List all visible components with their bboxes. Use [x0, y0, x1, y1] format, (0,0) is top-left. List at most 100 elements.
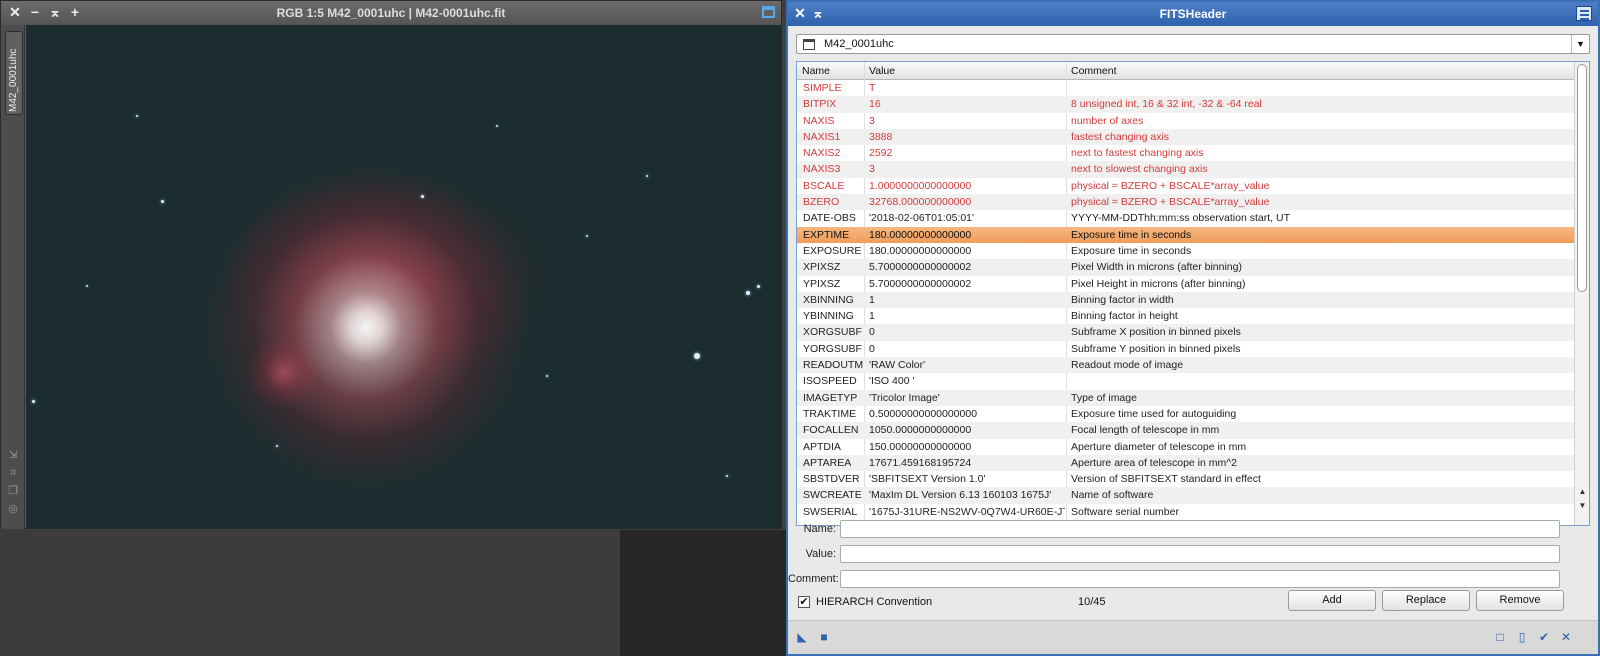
browse-documentation-icon[interactable]: □: [1494, 631, 1506, 643]
hierarch-checkbox[interactable]: ✔: [798, 596, 810, 608]
hierarch-label: HIERARCH Convention: [816, 596, 933, 608]
window-menu-icon[interactable]: [1576, 6, 1592, 21]
apply-check-icon[interactable]: ✔: [1538, 631, 1550, 643]
table-row[interactable]: BZERO 32768.000000000000 physical = BZERO …: [797, 194, 1575, 211]
table-row[interactable]: READOUTM 'RAW Color' Readout mode of image: [797, 357, 1575, 374]
cell-value: 0.50000000000000000: [869, 407, 978, 420]
cell-name: APTDIA: [803, 440, 841, 453]
cell-name: YORGSUBF: [803, 342, 862, 355]
table-row[interactable]: NAXIS 3 number of axes: [797, 113, 1575, 129]
cell-comment: Exposure time used for autoguiding: [1071, 407, 1237, 420]
table-row[interactable]: SWCREATE 'MaxIm DL Version 6.13 160103 16…: [797, 487, 1575, 504]
cell-value: 17671.459168195724: [869, 456, 972, 469]
table-row[interactable]: APTDIA 150.00000000000000 Aperture diamete…: [797, 439, 1575, 455]
name-label: Name:: [803, 523, 836, 535]
scrollbar-thumb[interactable]: [1577, 64, 1587, 292]
document-icon[interactable]: ▯: [1516, 631, 1528, 643]
add-button[interactable]: Add: [1288, 590, 1376, 611]
star: [161, 200, 164, 203]
control-bar: ◣ ■ □ ▯ ✔ ✕: [788, 620, 1598, 654]
value-field[interactable]: [840, 545, 1560, 563]
table-row[interactable]: XBINNING 1 Binning factor in width: [797, 291, 1575, 309]
table-row[interactable]: XORGSUBF 0 Subframe X position in binned p…: [797, 324, 1575, 341]
workspace-background: [0, 530, 620, 656]
table-row[interactable]: APTAREA 17671.459168195724 Aperture area o…: [797, 454, 1575, 472]
table-row[interactable]: YORGSUBF 0 Subframe Y position in binned p…: [797, 341, 1575, 357]
cell-name: TRAKTIME: [803, 407, 857, 420]
cell-comment: Pixel Width in microns (after binning): [1071, 261, 1242, 274]
reset-icon[interactable]: ✕: [1560, 631, 1572, 643]
table-row[interactable]: SWSERIAL '1675J-31URE-NS2WV-0Q7W4-UR60E-J…: [797, 504, 1575, 520]
table-row[interactable]: BITPIX 16 8 unsigned int, 16 & 32 int, -32…: [797, 96, 1575, 113]
replace-button[interactable]: Replace: [1382, 590, 1470, 611]
column-header-comment[interactable]: Comment: [1071, 65, 1117, 77]
cell-value: 0: [869, 342, 875, 355]
cell-name: SIMPLE: [803, 82, 842, 94]
image-icon: [803, 39, 815, 50]
cell-comment: Subframe X position in binned pixels: [1071, 326, 1241, 339]
keyword-table[interactable]: Name Value Comment SIMPLE T BITPIX 16 8 unsi…: [796, 61, 1590, 526]
cell-value: 'ISO 400 ': [869, 375, 915, 388]
cell-comment: Readout mode of image: [1071, 359, 1184, 372]
star: [421, 195, 424, 198]
table-row[interactable]: TRAKTIME 0.50000000000000000 Exposure time…: [797, 406, 1575, 422]
column-header-name[interactable]: Name: [802, 65, 830, 77]
table-row[interactable]: XPIXSZ 5.7000000000000002 Pixel Width in m…: [797, 259, 1575, 276]
image-canvas[interactable]: [26, 25, 782, 529]
table-row[interactable]: EXPTIME 180.00000000000000 Exposure time i…: [797, 226, 1575, 243]
cell-name: YBINNING: [803, 310, 854, 323]
maximize-icon[interactable]: [762, 6, 775, 18]
image-window-titlebar[interactable]: ✕ − ⌅ + RGB 1:5 M42_0001uhc | M42-0001uh…: [1, 1, 781, 25]
cell-name: NAXIS: [803, 114, 835, 127]
cell-name: XORGSUBF: [803, 326, 862, 339]
table-row[interactable]: ISOSPEED 'ISO 400 ': [797, 373, 1575, 389]
table-row[interactable]: NAXIS2 2592 next to fastest changing axis: [797, 145, 1575, 161]
column-header-value[interactable]: Value: [869, 65, 895, 77]
cell-value: 150.00000000000000: [869, 440, 972, 453]
cell-comment: 8 unsigned int, 16 & 32 int, -32 & -64 r…: [1071, 98, 1262, 111]
table-row[interactable]: NAXIS3 3 next to slowest changing axis: [797, 161, 1575, 178]
image-window: ✕ − ⌅ + RGB 1:5 M42_0001uhc | M42-0001uh…: [0, 0, 782, 529]
table-row[interactable]: YPIXSZ 5.7000000000000002 Pixel Height in …: [797, 276, 1575, 292]
zoom-icon[interactable]: ⌗: [7, 467, 19, 479]
table-row[interactable]: BSCALE 1.0000000000000000 physical = BZERO…: [797, 178, 1575, 194]
apply-square-icon[interactable]: ■: [818, 631, 830, 643]
image-selector[interactable]: M42_0001uhc ▼: [796, 34, 1590, 54]
cell-comment: fastest changing axis: [1071, 130, 1170, 143]
table-row[interactable]: NAXIS1 3888 fastest changing axis: [797, 128, 1575, 146]
cell-value: 16: [869, 98, 881, 111]
cell-name: READOUTM: [803, 359, 863, 372]
cell-comment: physical = BZERO + BSCALE*array_value: [1071, 196, 1270, 209]
scroll-down-icon[interactable]: ▼: [1575, 500, 1589, 512]
cell-comment: Version of SBFITSEXT standard in effect: [1071, 473, 1261, 486]
cell-value: 3888: [869, 130, 893, 143]
cell-value: 'SBFITSEXT Version 1.0': [869, 473, 986, 486]
table-row[interactable]: FOCALLEN 1050.0000000000000 Focal length o…: [797, 422, 1575, 439]
remove-button[interactable]: Remove: [1476, 590, 1564, 611]
cell-name: NAXIS2: [803, 147, 841, 160]
table-row[interactable]: EXPOSURE 180.00000000000000 Exposure time …: [797, 243, 1575, 259]
comment-field[interactable]: [840, 570, 1560, 588]
fit-view-icon[interactable]: ⇲: [7, 449, 19, 461]
table-row[interactable]: DATE-OBS '2018-02-06T01:05:01' YYYY-MM-DDT…: [797, 210, 1575, 226]
name-field[interactable]: [840, 520, 1560, 538]
scroll-up-icon[interactable]: ▲: [1575, 486, 1589, 498]
cell-comment: Name of software: [1071, 489, 1154, 502]
table-row[interactable]: SBSTDVER 'SBFITSEXT Version 1.0' Version o…: [797, 471, 1575, 487]
table-row[interactable]: YBINNING 1 Binning factor in height: [797, 308, 1575, 324]
star: [136, 115, 138, 117]
cell-name: YPIXSZ: [803, 277, 841, 290]
cell-comment: Type of image: [1071, 391, 1137, 404]
vertical-scrollbar[interactable]: ▲ ▼: [1574, 62, 1589, 525]
clone-icon[interactable]: ❐: [7, 485, 19, 497]
fits-header-titlebar[interactable]: ✕ ⌅ FITSHeader: [788, 2, 1598, 26]
table-row[interactable]: SIMPLE T: [797, 80, 1575, 96]
chevron-down-icon[interactable]: ▼: [1571, 35, 1589, 53]
cell-name: ISOSPEED: [803, 375, 857, 388]
workspace-background-dark: [620, 530, 786, 656]
view-options-icon[interactable]: ◎: [7, 503, 19, 515]
new-instance-icon[interactable]: ◣: [796, 631, 808, 643]
image-id-tab[interactable]: M42_0001uhc: [5, 31, 23, 115]
table-row[interactable]: IMAGETYP 'Tricolor Image' Type of image: [797, 389, 1575, 406]
cell-value: T: [869, 82, 876, 94]
